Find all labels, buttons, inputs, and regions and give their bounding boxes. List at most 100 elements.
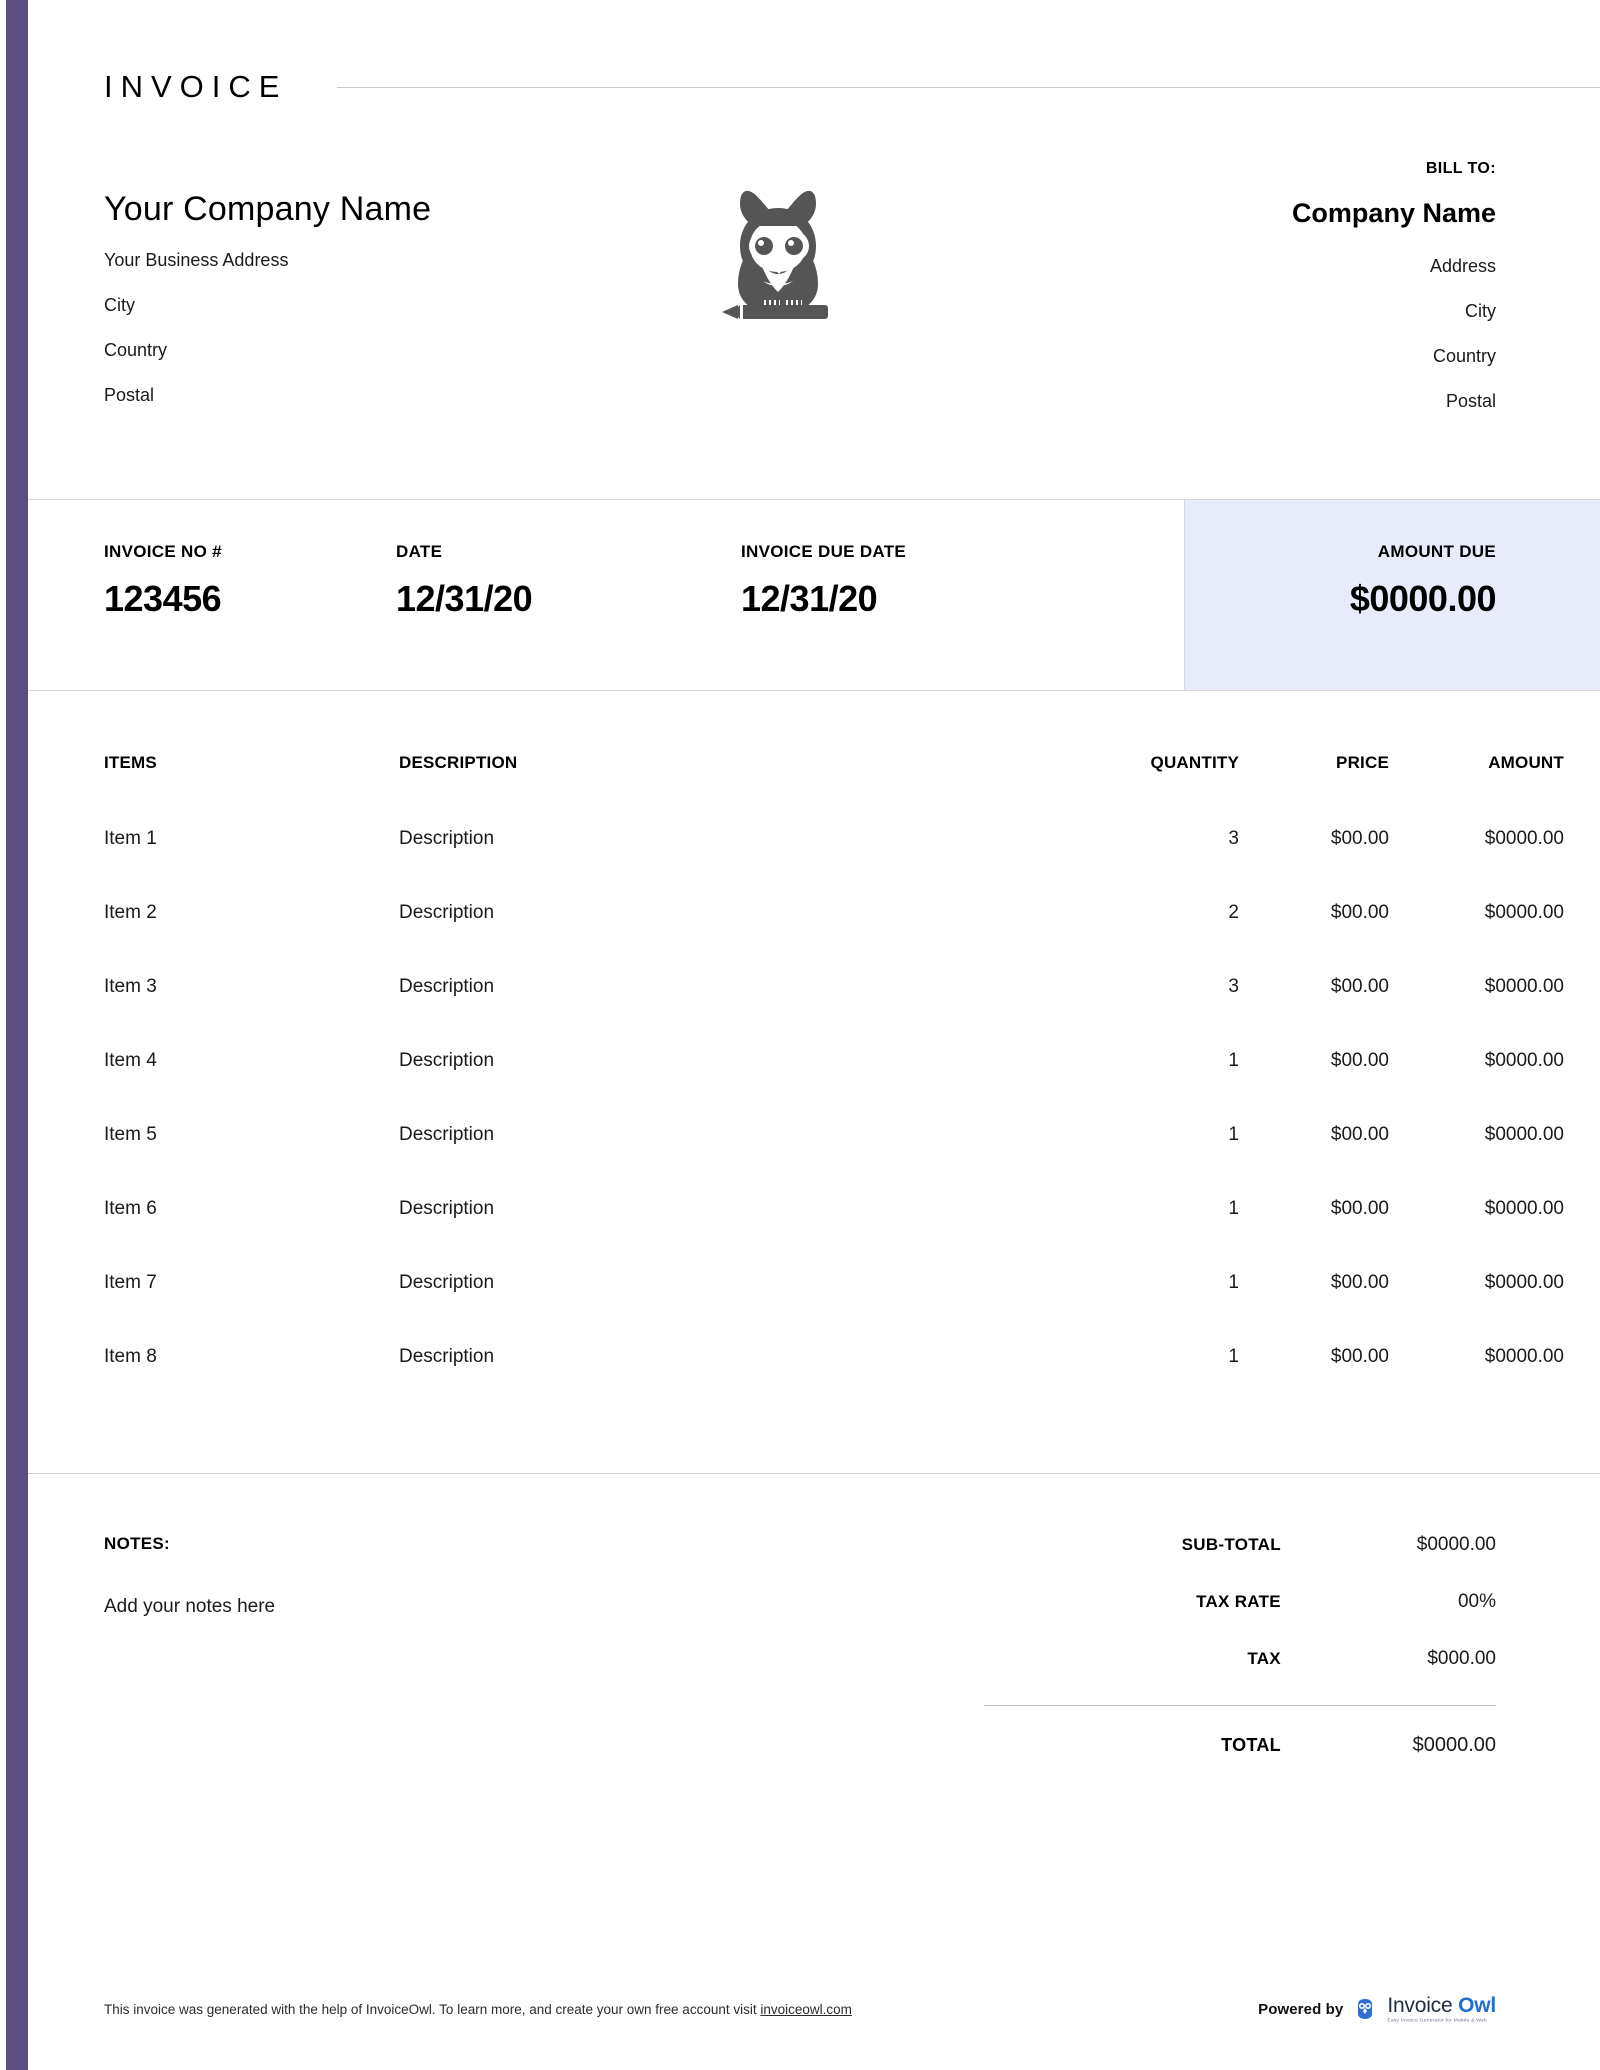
cell-item: Item 8 (104, 1346, 157, 1367)
table-row: Item 2 Description 2 $00.00 $0000.00 (104, 902, 1564, 976)
brand-word-owl: Owl (1458, 1993, 1496, 2017)
cell-quantity: 2 (1228, 902, 1239, 923)
cell-description: Description (399, 1346, 495, 1367)
table-header-row: ITEMS DESCRIPTION QUANTITY PRICE AMOUNT (104, 753, 1564, 828)
line-items-section: ITEMS DESCRIPTION QUANTITY PRICE AMOUNT … (28, 691, 1600, 1474)
bill-to-label: BILL TO: (1425, 160, 1496, 177)
seller-address-line: Your Business Address (104, 250, 289, 270)
totals-divider-cell (984, 1705, 1496, 1734)
cell-quantity: 1 (1228, 1124, 1239, 1145)
table-row: Item 7 Description 1 $00.00 $0000.00 (104, 1272, 1564, 1346)
header-items: ITEMS (104, 753, 157, 772)
cell-description: Description (399, 902, 495, 923)
cell-price: $00.00 (1330, 1272, 1389, 1293)
header-quantity: QUANTITY (1150, 753, 1239, 772)
tax-rate-label: TAX RATE (1196, 1592, 1281, 1611)
table-row: Item 1 Description 3 $00.00 $0000.00 (104, 828, 1564, 902)
cell-description: Description (399, 1124, 495, 1145)
footer-note: This invoice was generated with the help… (104, 2002, 1258, 2017)
bill-to-address-line: City (1465, 301, 1496, 321)
cell-quantity: 1 (1228, 1050, 1239, 1071)
cell-amount: $0000.00 (1484, 1198, 1564, 1219)
seller-block: Your Company Name Your Business Address … (28, 140, 648, 431)
cell-item: Item 2 (104, 902, 157, 923)
bill-to-address-line: Address (1429, 256, 1496, 276)
cell-description: Description (399, 1198, 495, 1219)
subtotal-label: SUB-TOTAL (1181, 1535, 1281, 1554)
amount-due-value: $0000.00 (1349, 578, 1497, 619)
footer-note-text: This invoice was generated with the help… (104, 2001, 761, 2017)
cell-item: Item 1 (104, 828, 157, 849)
invoice-date-field: DATE 12/31/20 (396, 542, 741, 690)
cell-price: $00.00 (1330, 976, 1389, 997)
cell-price: $00.00 (1330, 1124, 1389, 1145)
bill-to-company-name: Company Name (1291, 198, 1496, 228)
tax-label: TAX (1247, 1649, 1281, 1668)
invoice-number-value: 123456 (104, 578, 222, 619)
brand-row: Invoice Owl (1387, 1995, 1496, 2016)
invoice-date-label: DATE (396, 542, 443, 561)
cell-quantity: 1 (1228, 1272, 1239, 1293)
cell-amount: $0000.00 (1484, 1124, 1564, 1145)
cell-price: $00.00 (1330, 828, 1389, 849)
bill-to-address-line: Postal (1445, 391, 1496, 411)
line-items-table: ITEMS DESCRIPTION QUANTITY PRICE AMOUNT … (104, 753, 1564, 1420)
invoice-due-date-value: 12/31/20 (741, 578, 878, 619)
cell-quantity: 3 (1228, 828, 1239, 849)
cell-description: Description (399, 828, 495, 849)
seller-address-line: City (104, 295, 135, 315)
table-row: Item 5 Description 1 $00.00 $0000.00 (104, 1124, 1564, 1198)
invoice-number-label: INVOICE NO # (104, 542, 222, 561)
header-description: DESCRIPTION (399, 753, 518, 772)
cell-quantity: 3 (1228, 976, 1239, 997)
brand-tagline: Easy Invoice Generator for Mobile & Web (1387, 2017, 1488, 2023)
invoice-page: INVOICE Your Company Name Your Business … (0, 0, 1600, 2070)
bill-to-address-line: Country (1432, 346, 1496, 366)
total-label: TOTAL (1221, 1735, 1281, 1755)
invoiceowl-logo-icon (1352, 1996, 1379, 2022)
cell-item: Item 4 (104, 1050, 157, 1071)
cell-amount: $0000.00 (1484, 1346, 1564, 1367)
cell-quantity: 1 (1228, 1346, 1239, 1367)
cell-amount: $0000.00 (1484, 1050, 1564, 1071)
invoice-title-row: INVOICE (104, 62, 1600, 112)
totals-divider-row (984, 1705, 1496, 1734)
page-title: INVOICE (104, 69, 288, 104)
table-row: Item 4 Description 1 $00.00 $0000.00 (104, 1050, 1564, 1124)
cell-item: Item 5 (104, 1124, 157, 1145)
tax-rate-value: 00% (1457, 1591, 1496, 1612)
company-logo (648, 140, 908, 320)
seller-address-line: Country (104, 340, 168, 360)
cell-price: $00.00 (1330, 1346, 1389, 1367)
page-footer: This invoice was generated with the help… (28, 1986, 1600, 2032)
notes-block: NOTES: Add your notes here (104, 1534, 984, 1914)
totals-block: SUB-TOTAL $0000.00 TAX RATE 00% TAX $000… (984, 1534, 1496, 1914)
table-row: Item 3 Description 3 $00.00 $0000.00 (104, 976, 1564, 1050)
cell-description: Description (399, 1272, 495, 1293)
owl-with-pencil-icon (722, 190, 828, 319)
cell-description: Description (399, 976, 495, 997)
header-price: PRICE (1336, 753, 1389, 772)
invoiceowl-wordmark: Invoice Owl Easy Invoice Generator for M… (1387, 1995, 1496, 2024)
amount-due-panel: AMOUNT DUE $0000.00 (1185, 500, 1600, 690)
tax-value: $000.00 (1427, 1648, 1496, 1669)
seller-company-name: Your Company Name (104, 190, 432, 228)
cell-item: Item 7 (104, 1272, 157, 1293)
cell-item: Item 3 (104, 976, 157, 997)
total-row: TOTAL $0000.00 (984, 1734, 1496, 1792)
cell-amount: $0000.00 (1484, 976, 1564, 997)
left-accent-bar (6, 0, 28, 2070)
title-divider-rule (337, 86, 1600, 88)
invoiceowl-link[interactable]: invoiceowl.com (760, 2002, 852, 2017)
seller-address-line: Postal (104, 385, 155, 405)
subtotal-value: $0000.00 (1416, 1534, 1496, 1555)
table-row: Item 8 Description 1 $00.00 $0000.00 (104, 1346, 1564, 1420)
tax-rate-row: TAX RATE 00% (984, 1591, 1496, 1648)
subtotal-row: SUB-TOTAL $0000.00 (984, 1534, 1496, 1591)
invoice-number-field: INVOICE NO # 123456 (104, 542, 396, 690)
invoice-due-date-label: INVOICE DUE DATE (741, 542, 907, 561)
header-amount: AMOUNT (1488, 753, 1564, 772)
brand-word-invoice: Invoice (1387, 1993, 1453, 2017)
table-row: Item 6 Description 1 $00.00 $0000.00 (104, 1198, 1564, 1272)
invoice-due-date-field: INVOICE DUE DATE 12/31/20 (741, 542, 1141, 690)
